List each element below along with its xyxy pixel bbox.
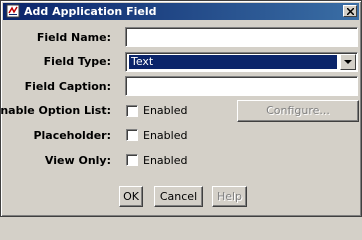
placeholder-checkbox[interactable] <box>126 129 138 141</box>
ok-button[interactable]: OK <box>119 186 143 207</box>
close-icon <box>347 8 354 15</box>
enable-option-list-checkbox-label[interactable]: Enabled <box>143 104 187 117</box>
dialog-window: Add Application Field Field Name: Field … <box>0 0 362 217</box>
field-type-label: Field Type: <box>43 55 111 68</box>
field-type-dropdown-button[interactable] <box>340 54 356 70</box>
field-type-selected: Text <box>129 55 337 69</box>
field-name-label: Field Name: <box>36 31 111 44</box>
cancel-button[interactable]: Cancel <box>154 186 203 207</box>
enable-option-list-checkbox[interactable] <box>126 105 138 117</box>
title-bar[interactable]: Add Application Field <box>3 3 359 20</box>
field-name-input[interactable] <box>126 28 357 46</box>
chevron-down-icon <box>344 60 352 64</box>
field-type-select[interactable]: Text <box>125 52 358 72</box>
enable-option-list-label: Enable Option List: <box>0 104 111 117</box>
field-caption-input-box <box>125 76 358 96</box>
view-only-checkbox-label[interactable]: Enabled <box>143 154 187 167</box>
view-only-label: View Only: <box>44 154 111 167</box>
help-button[interactable]: Help <box>212 186 247 207</box>
window-title: Add Application Field <box>24 5 157 18</box>
placeholder-label: Placeholder: <box>33 129 111 142</box>
field-caption-label: Field Caption: <box>24 80 111 93</box>
field-name-input-box <box>125 27 358 47</box>
app-field-icon <box>6 4 20 18</box>
field-caption-input[interactable] <box>126 77 357 95</box>
close-button[interactable] <box>343 5 357 17</box>
configure-button[interactable]: Configure... <box>237 100 359 122</box>
view-only-checkbox[interactable] <box>126 154 138 166</box>
placeholder-checkbox-label[interactable]: Enabled <box>143 129 187 142</box>
